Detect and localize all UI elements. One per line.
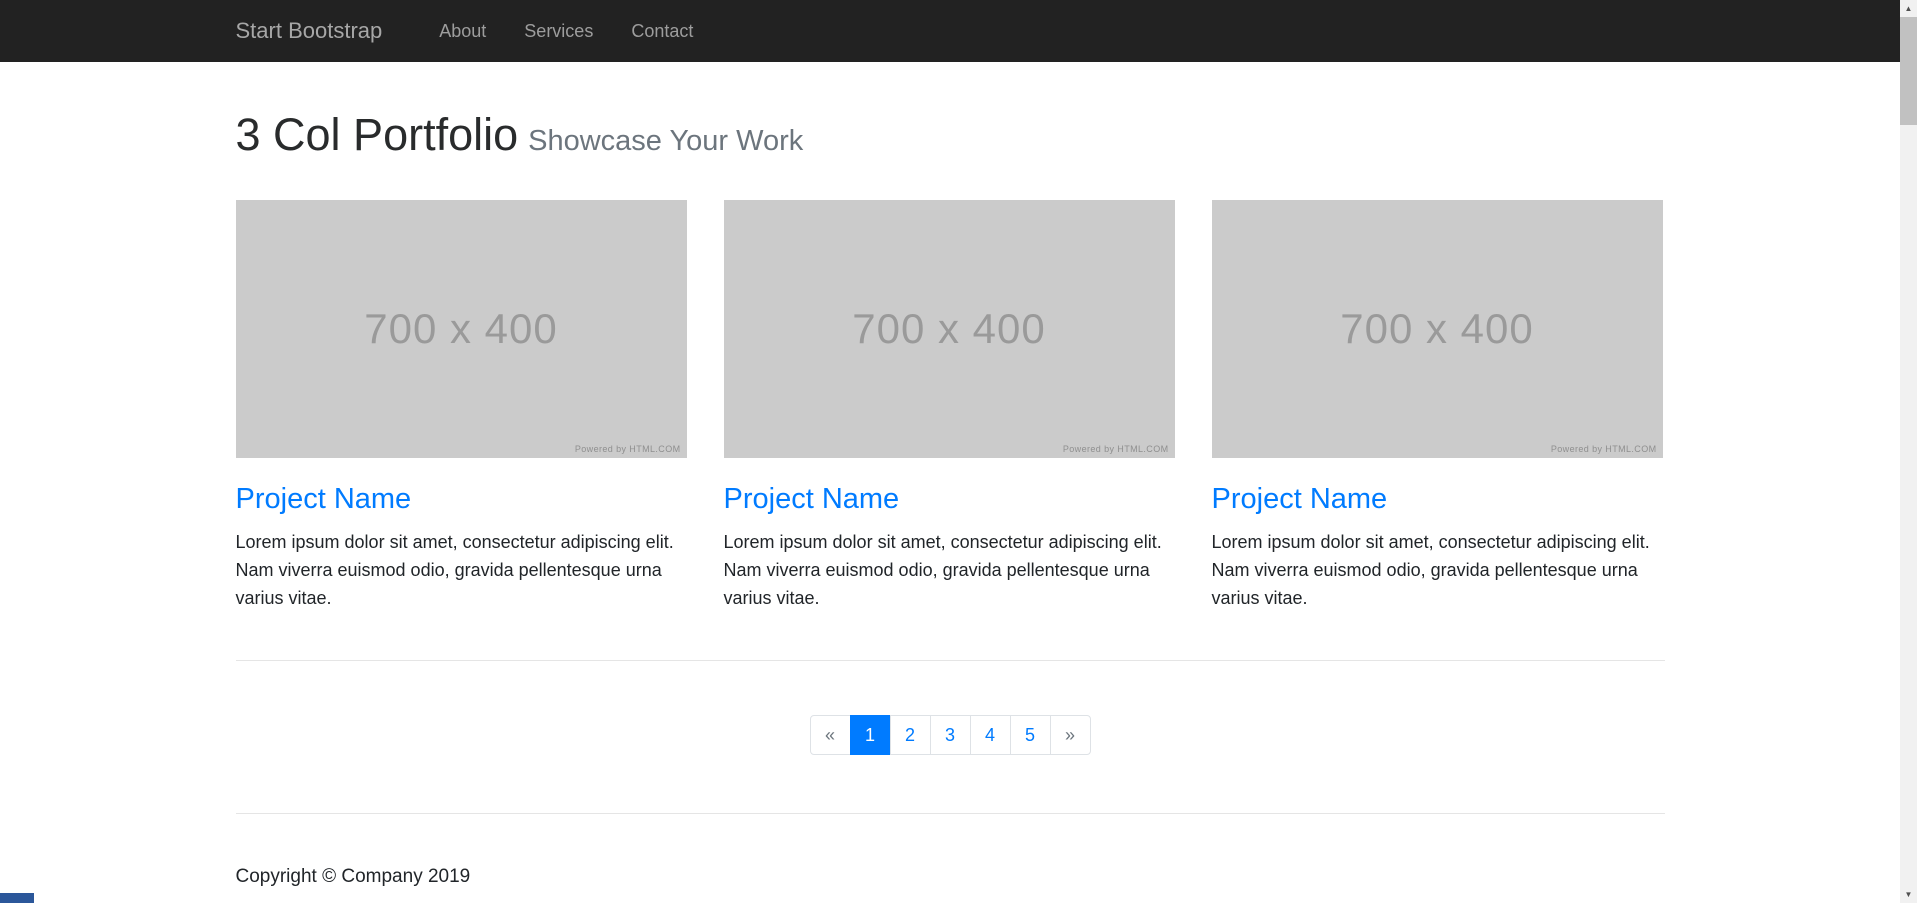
placeholder-image-text: 700 x 400: [364, 305, 558, 353]
divider: [236, 813, 1665, 814]
nav-links: About Services Contact: [420, 21, 712, 42]
pagination-page-4[interactable]: 4: [970, 715, 1011, 755]
project-title: Project Name: [724, 482, 1175, 517]
project-title: Project Name: [1212, 482, 1663, 517]
nav-link-services[interactable]: Services: [505, 21, 612, 42]
footer: Copyright © Company 2019: [236, 866, 1665, 888]
pagination-page-1[interactable]: 1: [850, 715, 891, 755]
nav-link-contact[interactable]: Contact: [612, 21, 712, 42]
placeholder-watermark: Powered by HTML.COM: [1551, 444, 1657, 454]
pagination-page-5[interactable]: 5: [1010, 715, 1051, 755]
navbar: Start Bootstrap About Services Contact: [0, 0, 1900, 62]
project-card: 700 x 400 Powered by HTML.COM Project Na…: [724, 200, 1175, 612]
project-name-link[interactable]: Project Name: [1212, 483, 1388, 515]
scrollbar-up-icon[interactable]: ▲: [1900, 0, 1917, 17]
project-description: Lorem ipsum dolor sit amet, consectetur …: [724, 529, 1175, 613]
project-image-link[interactable]: 700 x 400 Powered by HTML.COM: [236, 200, 687, 458]
vertical-scrollbar[interactable]: ▲ ▼: [1900, 0, 1917, 903]
project-card: 700 x 400 Powered by HTML.COM Project Na…: [1212, 200, 1663, 612]
pagination: « 1 2 3 4 5 »: [236, 715, 1665, 755]
project-image-link[interactable]: 700 x 400 Powered by HTML.COM: [724, 200, 1175, 458]
copyright-text: Copyright © Company 2019: [236, 866, 1665, 888]
pagination-page-3[interactable]: 3: [930, 715, 971, 755]
browser-viewport: Start Bootstrap About Services Contact 3…: [0, 0, 1900, 903]
page-title: 3 Col Portfolio Showcase Your Work: [236, 108, 1665, 162]
bottom-left-blue-fragment: [0, 893, 34, 903]
project-description: Lorem ipsum dolor sit amet, consectetur …: [236, 529, 687, 613]
project-card: 700 x 400 Powered by HTML.COM Project Na…: [236, 200, 687, 612]
placeholder-watermark: Powered by HTML.COM: [1063, 444, 1169, 454]
page-title-text: 3 Col Portfolio: [236, 109, 519, 160]
scrollbar-down-icon[interactable]: ▼: [1900, 886, 1917, 903]
page-subtitle: Showcase Your Work: [528, 125, 803, 157]
nav-link-about[interactable]: About: [420, 21, 505, 42]
pagination-next[interactable]: »: [1050, 715, 1091, 755]
brand-link[interactable]: Start Bootstrap: [236, 18, 383, 44]
bottom-edge-strip: [0, 893, 1900, 903]
project-name-link[interactable]: Project Name: [236, 483, 412, 515]
scrollbar-thumb[interactable]: [1900, 17, 1917, 125]
project-image-link[interactable]: 700 x 400 Powered by HTML.COM: [1212, 200, 1663, 458]
placeholder-image-text: 700 x 400: [852, 305, 1046, 353]
projects-row: 700 x 400 Powered by HTML.COM Project Na…: [236, 200, 1665, 612]
main-content: 3 Col Portfolio Showcase Your Work 700 x …: [236, 108, 1665, 888]
project-description: Lorem ipsum dolor sit amet, consectetur …: [1212, 529, 1663, 613]
pagination-prev[interactable]: «: [810, 715, 851, 755]
project-name-link[interactable]: Project Name: [724, 483, 900, 515]
project-title: Project Name: [236, 482, 687, 517]
placeholder-image-text: 700 x 400: [1340, 305, 1534, 353]
divider: [236, 660, 1665, 661]
pagination-page-2[interactable]: 2: [890, 715, 931, 755]
placeholder-watermark: Powered by HTML.COM: [575, 444, 681, 454]
